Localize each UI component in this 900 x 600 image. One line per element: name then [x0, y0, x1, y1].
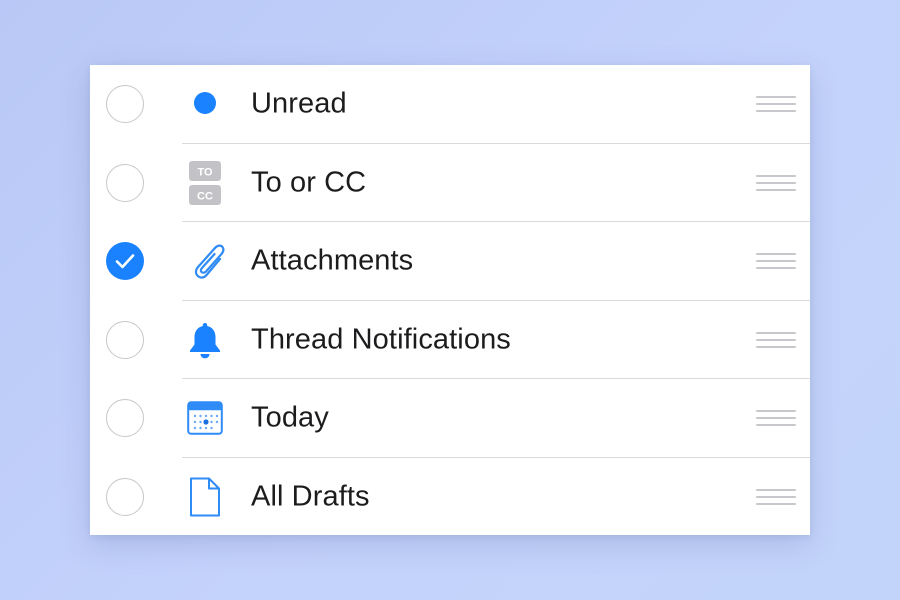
selection-circle[interactable] [106, 85, 144, 124]
to-badge-text: TO [197, 166, 213, 178]
filter-row-thread-notifications[interactable]: Thread Notifications [90, 301, 810, 379]
filter-row-attachments[interactable]: Attachments [90, 222, 810, 301]
filter-label: Attachments [251, 244, 414, 277]
filter-label: Unread [251, 87, 347, 120]
selection-circle-checked[interactable] [106, 242, 144, 281]
selection-circle[interactable] [106, 163, 144, 202]
filter-row-unread[interactable]: Unread [90, 65, 810, 144]
selection-circle[interactable] [106, 477, 144, 516]
checkmark-icon [115, 254, 135, 269]
filter-row-all-drafts[interactable]: All Drafts [90, 458, 810, 536]
reorder-handle-icon[interactable] [756, 174, 796, 191]
reorder-handle-icon[interactable] [756, 253, 796, 270]
reorder-handle-icon[interactable] [756, 488, 796, 505]
selection-circle[interactable] [106, 399, 144, 438]
calendar-icon [185, 398, 225, 438]
reorder-handle-icon[interactable] [756, 331, 796, 348]
paperclip-icon [185, 241, 225, 281]
bell-icon [185, 320, 225, 360]
reorder-handle-icon[interactable] [756, 410, 796, 427]
selection-circle[interactable] [106, 320, 144, 359]
filter-list-panel: Unread TO CC To or CC Attachments Thread… [90, 65, 810, 535]
document-icon [185, 477, 225, 517]
filter-label: Thread Notifications [251, 323, 511, 356]
cc-badge-text: CC [197, 190, 213, 202]
to-cc-icon: TO CC [185, 160, 225, 205]
unread-dot-icon [185, 84, 225, 124]
reorder-handle-icon[interactable] [756, 96, 796, 113]
filter-label: Today [251, 401, 329, 434]
filter-row-today[interactable]: Today [90, 379, 810, 458]
filter-label: All Drafts [251, 480, 370, 513]
filter-row-to-or-cc[interactable]: TO CC To or CC [90, 144, 810, 222]
filter-label: To or CC [251, 166, 367, 199]
